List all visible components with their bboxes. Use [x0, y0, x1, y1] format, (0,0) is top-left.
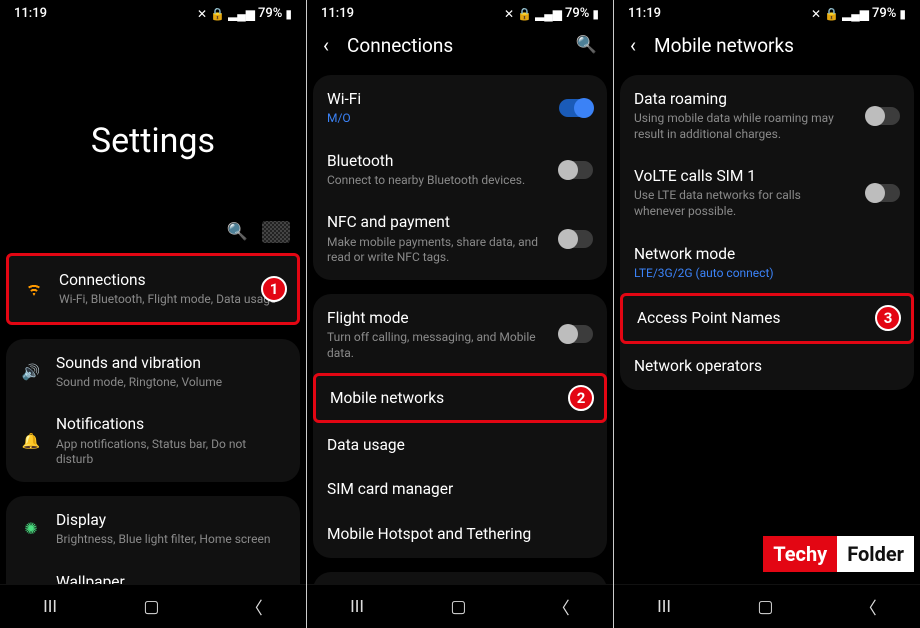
list-item-hotspot[interactable]: Mobile Hotspot and Tethering — [313, 512, 607, 556]
list-item-mobile-networks[interactable]: Mobile networks 2 — [313, 373, 607, 423]
page-title: Connections — [347, 34, 558, 57]
wifi-toggle[interactable] — [559, 99, 593, 117]
item-sub: Make mobile payments, share data, and re… — [327, 235, 545, 266]
list-item-data-usage[interactable]: Data usage — [313, 423, 607, 467]
item-sub: Brightness, Blue light filter, Home scre… — [56, 532, 286, 548]
item-label: NFC and payment — [327, 212, 545, 232]
item-label: Bluetooth — [327, 151, 545, 171]
item-label: Display — [56, 510, 286, 530]
list-item-flight-mode[interactable]: Flight mode Turn off calling, messaging,… — [313, 296, 607, 373]
page-title: Settings — [0, 121, 306, 161]
recents-button[interactable]: III — [43, 597, 57, 617]
list-item-data-roaming[interactable]: Data roaming Using mobile data while roa… — [620, 77, 914, 154]
nfc-toggle[interactable] — [559, 230, 593, 248]
status-time: 11:19 — [321, 6, 354, 21]
bluetooth-toggle[interactable] — [559, 161, 593, 179]
bell-icon — [20, 432, 42, 450]
status-time: 11:19 — [14, 6, 47, 21]
list-item-volte[interactable]: VoLTE calls SIM 1 Use LTE data networks … — [620, 154, 914, 231]
recents-button[interactable]: III — [350, 597, 364, 617]
item-sub: Using mobile data while roaming may resu… — [634, 111, 852, 142]
item-label: Flight mode — [327, 308, 545, 328]
list-item-more-settings[interactable]: More connection settings — [313, 574, 607, 584]
back-icon[interactable]: ‹ — [323, 33, 329, 57]
item-label: Connections — [59, 270, 283, 290]
list-item-nfc[interactable]: NFC and payment Make mobile payments, sh… — [313, 200, 607, 277]
status-indicators: ✕🔒▂▄▆79%▮ — [811, 6, 906, 21]
status-time: 11:19 — [628, 6, 661, 21]
nav-bar: III ▢ 〈 — [614, 584, 920, 628]
home-button[interactable]: ▢ — [757, 597, 773, 617]
list-item-operators[interactable]: Network operators — [620, 344, 914, 388]
roaming-toggle[interactable] — [866, 107, 900, 125]
list-item-network-mode[interactable]: Network mode LTE/3G/2G (auto connect) — [620, 232, 914, 294]
nav-bar: III ▢ 〈 — [0, 584, 306, 628]
item-label: Data roaming — [634, 89, 852, 109]
list-item-apn[interactable]: Access Point Names 3 — [620, 293, 914, 343]
item-label: SIM card manager — [327, 479, 593, 499]
status-bar: 11:19 ✕🔒▂▄▆79%▮ — [614, 0, 920, 25]
item-label: Network operators — [634, 356, 900, 376]
search-icon[interactable]: 🔍 — [227, 222, 248, 242]
item-label: Access Point Names — [637, 308, 897, 328]
callout-badge-1: 1 — [261, 276, 287, 302]
watermark-logo: TechyFolder — [763, 536, 914, 572]
item-sub: Sound mode, Ringtone, Volume — [56, 375, 286, 391]
callout-badge-2: 2 — [568, 385, 594, 411]
home-button[interactable]: ▢ — [450, 597, 466, 617]
item-label: Network mode — [634, 244, 900, 264]
item-label: Notifications — [56, 414, 286, 434]
item-sub: App notifications, Status bar, Do not di… — [56, 437, 286, 468]
home-button[interactable]: ▢ — [143, 597, 159, 617]
search-icon[interactable]: 🔍 — [576, 35, 597, 55]
back-button[interactable]: 〈 — [246, 594, 263, 619]
flight-toggle[interactable] — [559, 325, 593, 343]
item-label: VoLTE calls SIM 1 — [634, 166, 852, 186]
item-sub: M/O — [327, 111, 545, 127]
status-bar: 11:19 ✕🔒▂▄▆79%▮ — [0, 0, 306, 25]
item-label: Wi-Fi — [327, 89, 545, 109]
item-sub: Use LTE data networks for calls whenever… — [634, 188, 852, 219]
back-button[interactable]: 〈 — [860, 594, 877, 619]
page-header: Settings — [0, 25, 306, 221]
list-item-sounds[interactable]: Sounds and vibration Sound mode, Rington… — [6, 341, 300, 403]
volte-toggle[interactable] — [866, 184, 900, 202]
list-item-sim-manager[interactable]: SIM card manager — [313, 467, 607, 511]
recents-button[interactable]: III — [657, 597, 671, 617]
status-indicators: ✕🔒▂▄▆79%▮ — [197, 6, 292, 21]
item-sub: LTE/3G/2G (auto connect) — [634, 266, 900, 282]
status-bar: 11:19 ✕🔒▂▄▆79%▮ — [307, 0, 613, 25]
back-button[interactable]: 〈 — [553, 594, 570, 619]
page-title: Mobile networks — [654, 34, 904, 57]
back-icon[interactable]: ‹ — [630, 33, 636, 57]
item-label: Data usage — [327, 435, 593, 455]
status-indicators: ✕🔒▂▄▆79%▮ — [504, 6, 599, 21]
wifi-icon — [23, 282, 45, 296]
item-label: Sounds and vibration — [56, 353, 286, 373]
list-item-wallpaper[interactable]: Wallpaper Home screen wallpaper, Lock sc… — [6, 560, 300, 584]
item-label: Mobile Hotspot and Tethering — [327, 524, 593, 544]
list-item-wifi[interactable]: Wi-Fi M/O — [313, 77, 607, 139]
account-avatar[interactable] — [262, 221, 290, 243]
item-label: Wallpaper — [56, 572, 286, 584]
item-sub: Turn off calling, messaging, and Mobile … — [327, 330, 545, 361]
callout-badge-3: 3 — [875, 305, 901, 331]
list-item-connections[interactable]: Connections Wi-Fi, Bluetooth, Flight mod… — [6, 253, 300, 325]
item-sub: Wi-Fi, Bluetooth, Flight mode, Data usag… — [59, 292, 283, 308]
item-label: Mobile networks — [330, 388, 590, 408]
list-item-display[interactable]: Display Brightness, Blue light filter, H… — [6, 498, 300, 560]
nav-bar: III ▢ 〈 — [307, 584, 613, 628]
item-sub: Connect to nearby Bluetooth devices. — [327, 173, 545, 189]
list-item-bluetooth[interactable]: Bluetooth Connect to nearby Bluetooth de… — [313, 139, 607, 201]
list-item-notifications[interactable]: Notifications App notifications, Status … — [6, 402, 300, 479]
sound-icon — [20, 363, 42, 381]
display-icon — [20, 519, 42, 538]
